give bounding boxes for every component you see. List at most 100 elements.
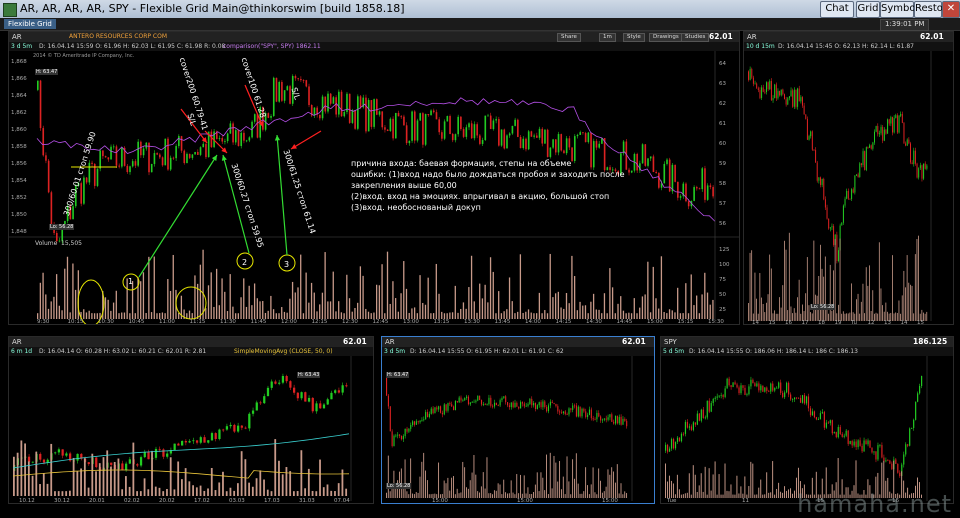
candle-body xyxy=(857,174,859,178)
volume-bar xyxy=(905,287,906,321)
volume-bar xyxy=(898,300,900,321)
symbol-field[interactable]: SPY xyxy=(664,337,677,347)
volume-bar xyxy=(169,457,172,496)
volume-bar xyxy=(510,480,512,498)
x-tick: 15 xyxy=(917,320,924,325)
x-tick: 17.03 xyxy=(264,498,280,504)
grid-button[interactable]: Grid xyxy=(856,1,880,18)
candle-body xyxy=(620,416,622,425)
style-button[interactable]: Style xyxy=(623,33,645,42)
candle-body xyxy=(908,139,910,144)
candle-body xyxy=(677,181,679,198)
candle-body xyxy=(863,440,865,452)
volume-bar xyxy=(451,312,454,319)
candle-body xyxy=(465,127,468,137)
volume-bar xyxy=(577,483,579,498)
tab-flexible-grid[interactable]: Flexible Grid xyxy=(4,19,56,29)
volume-bar xyxy=(240,297,242,319)
candle-body xyxy=(202,143,205,148)
daily-price-chart[interactable]: 10.12 30.12 20.01 02.02 20.02 17.02 03.03 17.03… xyxy=(9,356,374,504)
volume-bar xyxy=(692,465,694,498)
volume-bar xyxy=(585,467,587,498)
candle-body xyxy=(477,395,479,401)
volume-bar xyxy=(663,311,665,319)
clock-display: 1:39:01 PM xyxy=(880,19,930,31)
candle-body xyxy=(373,99,375,127)
candle-body xyxy=(874,131,875,143)
candle-body xyxy=(678,437,681,442)
chart-period[interactable]: 10 d 15m xyxy=(746,42,775,51)
volume-bar xyxy=(172,254,174,319)
intraday-price-chart[interactable]: 15:00 15:00 15:00 xyxy=(382,356,655,504)
chart-period[interactable]: 5 d 5m xyxy=(663,347,684,356)
volume-bar xyxy=(256,298,258,319)
candle-body xyxy=(756,83,758,89)
candle-body xyxy=(224,141,226,142)
volume-bar xyxy=(748,486,750,498)
symbols-button[interactable]: Symbols xyxy=(880,1,923,18)
volume-bar xyxy=(708,468,710,498)
volume-bar xyxy=(419,275,421,319)
volume-bar xyxy=(443,480,445,498)
volume-bar xyxy=(792,313,793,321)
candle-body xyxy=(337,390,341,393)
symbol-field[interactable]: AR xyxy=(385,337,395,347)
candle-body xyxy=(595,141,598,148)
period-button[interactable]: 1m xyxy=(599,33,616,42)
drawings-button[interactable]: Drawings xyxy=(649,33,683,42)
candle-body xyxy=(150,163,153,173)
candle-body xyxy=(672,439,675,449)
chart-period[interactable]: 3 d 5m xyxy=(11,42,32,51)
candle-body xyxy=(218,429,221,440)
volume-bar xyxy=(678,489,680,498)
candle-body xyxy=(901,113,903,123)
chart-period[interactable]: 3 d 5m xyxy=(384,347,405,356)
candle-body xyxy=(266,387,270,397)
volume-bar xyxy=(233,490,236,496)
candle-body xyxy=(630,170,633,173)
volume-bar xyxy=(754,494,756,498)
x-tick: 14 xyxy=(752,320,759,325)
volume-bar xyxy=(730,484,732,498)
symbol-field[interactable]: AR xyxy=(747,32,757,42)
last-price: 62.01 xyxy=(343,337,367,346)
candle-body xyxy=(720,395,722,396)
restore-button[interactable]: Restore xyxy=(914,1,953,18)
candle-body xyxy=(518,406,520,409)
x-tick: 13:15 xyxy=(434,319,450,325)
candle-body xyxy=(473,401,475,403)
candle-body xyxy=(782,392,784,398)
volume-bar xyxy=(488,493,490,498)
candle-body xyxy=(687,201,690,207)
symbol-field[interactable]: AR xyxy=(12,32,22,42)
volume-bar xyxy=(421,461,423,498)
symbol-field[interactable]: AR xyxy=(12,337,22,347)
x-tick: 12:15 xyxy=(312,319,328,325)
close-icon[interactable]: ✕ xyxy=(942,1,960,18)
volume-bar xyxy=(424,304,427,319)
candle-body xyxy=(824,199,826,208)
spy-price-chart[interactable]: Tue 11 15 16 xyxy=(661,356,954,504)
chart-period[interactable]: 6 m 1d xyxy=(11,347,32,356)
chat-button[interactable]: Chat xyxy=(820,1,854,18)
candle-body xyxy=(696,413,698,425)
volume-bar xyxy=(158,487,161,496)
candle-body xyxy=(704,168,706,200)
hi-label: H: 63.47 xyxy=(35,69,59,75)
volume-bar xyxy=(55,274,58,319)
candle-body xyxy=(754,83,756,85)
right-price-chart[interactable]: 14 15 16 17 18 19 Tu 12 13 14 15 xyxy=(744,51,954,325)
volume-bar xyxy=(775,313,777,321)
volume-bar xyxy=(188,481,191,496)
candle-body xyxy=(322,404,326,409)
volume-bar xyxy=(305,272,307,319)
volume-bar xyxy=(16,452,19,496)
volume-bar xyxy=(214,490,217,496)
volume-bar xyxy=(818,276,820,321)
studies-button[interactable]: Studies xyxy=(681,33,710,42)
share-button[interactable]: Share xyxy=(557,33,581,42)
candle-body xyxy=(766,82,767,93)
volume-bar xyxy=(121,312,123,319)
volume-bar xyxy=(110,310,112,319)
volume-bar xyxy=(810,312,811,321)
